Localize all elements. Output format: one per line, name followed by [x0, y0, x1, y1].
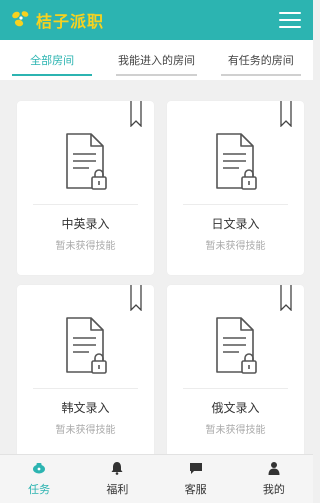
nav-item-profile[interactable]: 我的: [235, 455, 313, 503]
room-status: 暂未获得技能: [205, 241, 266, 252]
orange-flower-icon: [12, 11, 29, 27]
tab-accessible-rooms[interactable]: 我能进入的房间: [104, 40, 208, 80]
room-filter-tabs: 全部房间 我能进入的房间 有任务的房间: [0, 40, 313, 80]
tab-rooms-with-tasks[interactable]: 有任务的房间: [209, 40, 313, 80]
room-status: 暂未获得技能: [205, 425, 266, 436]
room-title: 俄文录入: [211, 401, 260, 415]
app-logo[interactable]: 桔子派职: [10, 8, 104, 32]
card-divider: [183, 388, 288, 389]
chat-icon: [189, 463, 202, 474]
room-title: 中英录入: [61, 217, 110, 231]
room-title: 日文录入: [211, 217, 260, 231]
bottom-navigation: 任务 福利 客服 我的: [0, 454, 313, 503]
card-divider: [183, 204, 288, 205]
card-divider: [33, 388, 138, 389]
room-card-japanese[interactable]: 日文录入 暂未获得技能: [167, 101, 304, 275]
hamburger-menu-icon[interactable]: [279, 12, 301, 28]
room-card-korean[interactable]: 韩文录入 暂未获得技能: [17, 285, 154, 459]
bookmark-icon[interactable]: [280, 101, 292, 127]
nav-item-support[interactable]: 客服: [157, 455, 235, 503]
tab-all-rooms[interactable]: 全部房间: [0, 40, 104, 80]
task-icon: [33, 463, 46, 474]
room-status: 暂未获得技能: [55, 241, 116, 252]
nav-label: 客服: [184, 483, 207, 496]
bookmark-icon[interactable]: [280, 285, 292, 311]
logo-text: 桔子派职: [36, 12, 105, 31]
bell-icon: [111, 462, 123, 475]
room-status: 暂未获得技能: [55, 425, 116, 436]
nav-label: 任务: [28, 483, 51, 496]
person-icon: [268, 462, 280, 475]
bookmark-icon[interactable]: [130, 101, 142, 127]
nav-label: 我的: [262, 483, 285, 496]
locked-document-icon: [65, 317, 107, 374]
nav-item-task[interactable]: 任务: [0, 455, 78, 503]
bookmark-icon[interactable]: [130, 285, 142, 311]
card-divider: [33, 204, 138, 205]
room-grid: 中英录入 暂未获得技能 日文录入 暂未获得技能 韩文录入 暂未获得技能 俄文录入…: [17, 101, 304, 459]
room-card-russian[interactable]: 俄文录入 暂未获得技能: [167, 285, 304, 459]
room-card-chinese-english[interactable]: 中英录入 暂未获得技能: [17, 101, 154, 275]
locked-document-icon: [215, 133, 257, 190]
nav-item-welfare[interactable]: 福利: [78, 455, 156, 503]
locked-document-icon: [215, 317, 257, 374]
room-title: 韩文录入: [61, 401, 110, 415]
nav-label: 福利: [106, 483, 129, 496]
app-header: 桔子派职: [0, 0, 313, 40]
locked-document-icon: [65, 133, 107, 190]
